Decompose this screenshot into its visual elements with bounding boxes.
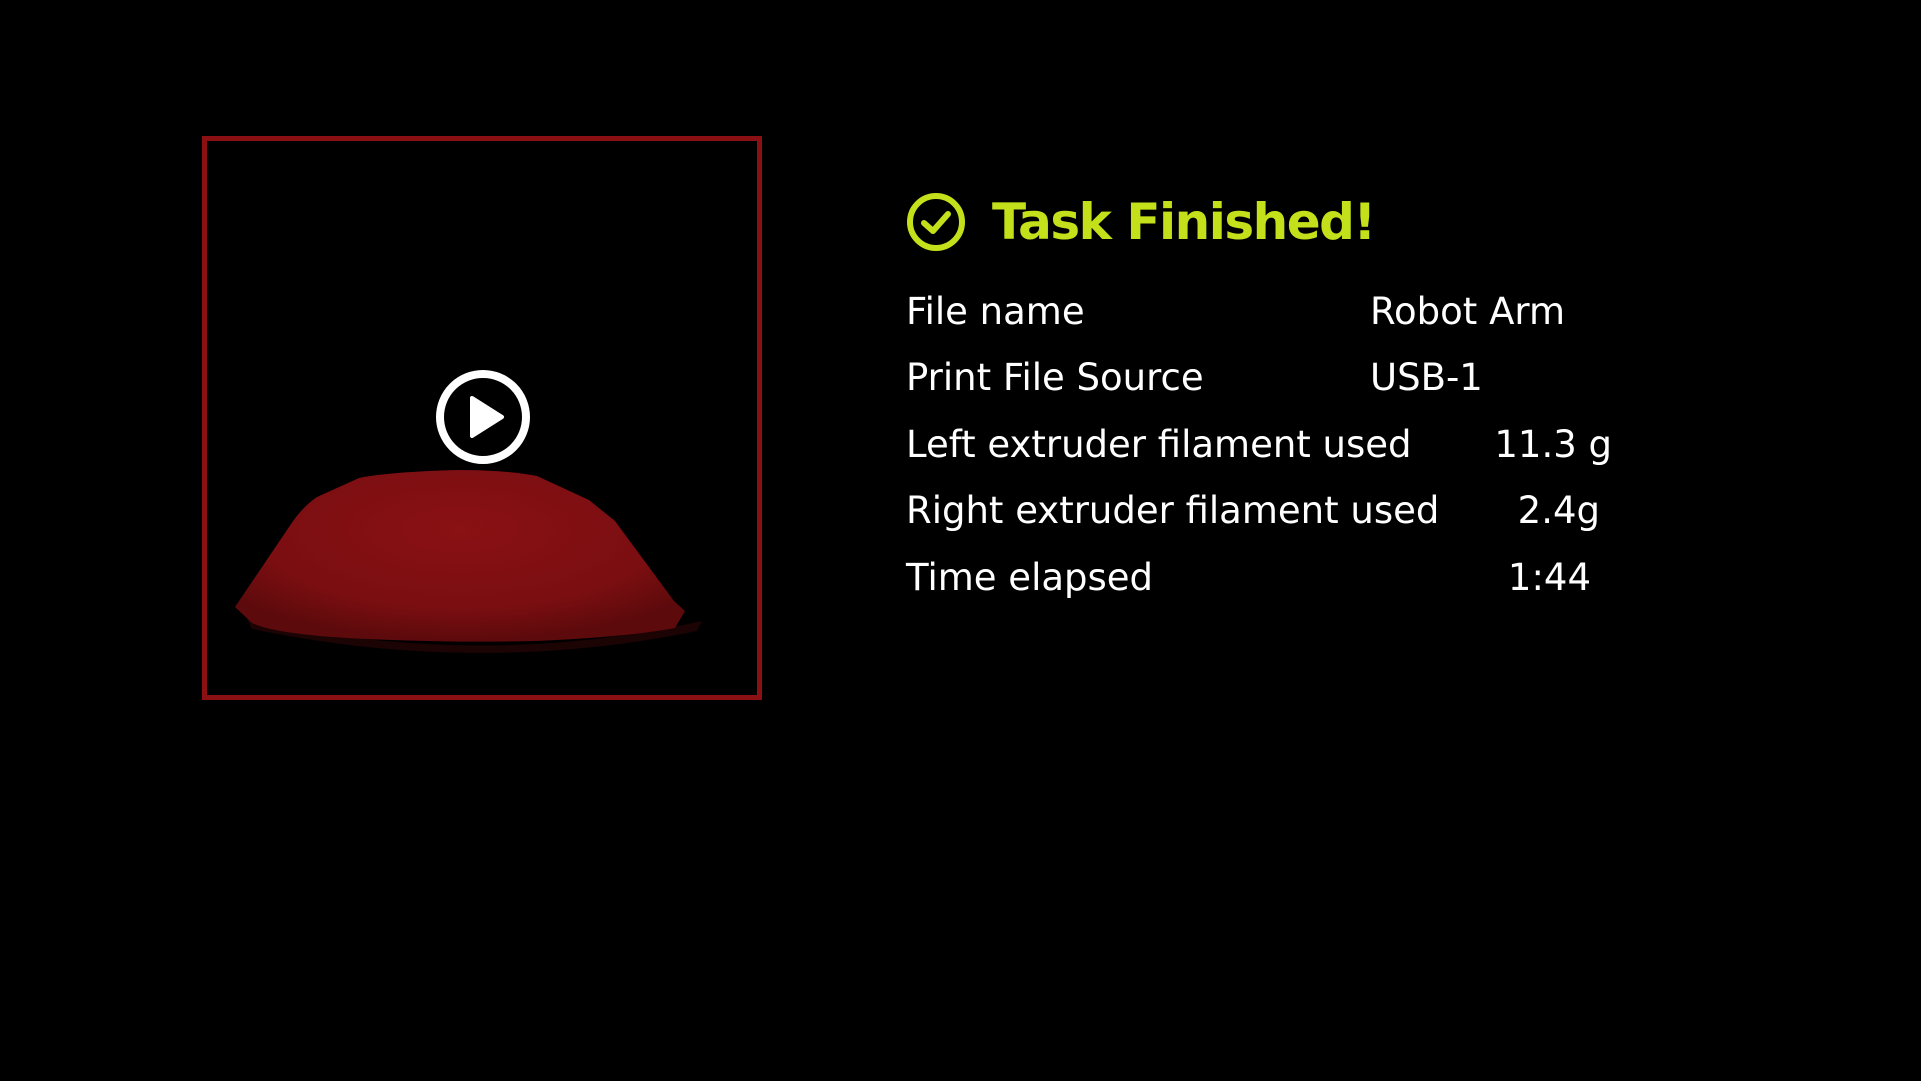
task-status: Task Finished! [906, 190, 1376, 254]
detail-row-file-source: Print File Source USB-1 [906, 353, 1726, 403]
detail-label: Right extruder filament used [906, 489, 1440, 532]
detail-label: File name [906, 290, 1085, 333]
detail-row-time-elapsed: Time elapsed 1:44 [906, 553, 1726, 603]
check-circle-icon [907, 193, 965, 251]
print-complete-screen: Task Finished! File name Robot Arm Print… [0, 0, 1921, 1081]
detail-row-right-filament: Right extruder filament used 2.4g [906, 486, 1726, 536]
detail-label: Print File Source [906, 356, 1204, 399]
play-circle-icon[interactable] [435, 369, 531, 465]
detail-value: 11.3 g [1494, 423, 1612, 466]
detail-row-left-filament: Left extruder filament used 11.3 g [906, 420, 1726, 470]
model-preview-frame [202, 136, 762, 700]
detail-value: 2.4g [1517, 489, 1600, 532]
detail-label: Left extruder filament used [906, 423, 1412, 466]
model-dome [235, 470, 685, 642]
status-title: Task Finished! [992, 193, 1376, 251]
detail-label: Time elapsed [906, 556, 1154, 599]
detail-value: USB-1 [1370, 356, 1483, 399]
detail-row-file-name: File name Robot Arm [906, 287, 1726, 337]
detail-value: 1:44 [1507, 556, 1591, 599]
detail-value: Robot Arm [1370, 290, 1565, 333]
